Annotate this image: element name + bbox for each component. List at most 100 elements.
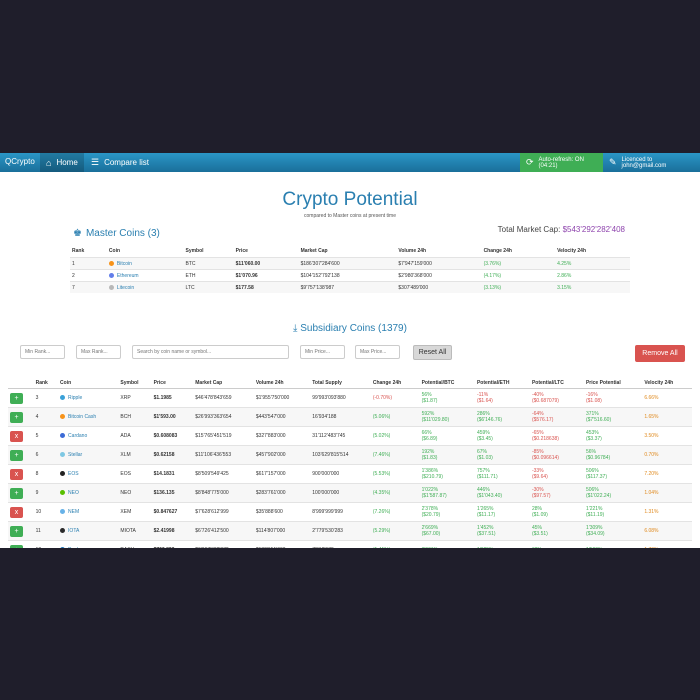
column-header[interactable]: Coin [107,245,184,258]
column-header[interactable]: Velocity 24h [642,377,692,389]
coin-link[interactable]: Cardano [68,433,87,439]
column-header[interactable]: Velocity 24h [555,245,630,258]
licence-label: Licenced to john@gmail.com [621,156,667,169]
coin-cell[interactable]: IOTA [58,521,119,541]
coin-cell[interactable]: Ripple [58,388,119,408]
remove-all-button[interactable]: Remove All [635,345,685,362]
licence-link[interactable]: ✎ Licenced to john@gmail.com [603,153,700,172]
column-header[interactable]: Symbol [184,245,234,258]
remove-button[interactable]: x [10,468,23,480]
add-button[interactable]: + [10,525,23,537]
column-header[interactable]: Price Potential [583,377,643,389]
column-header[interactable]: Symbol [118,377,152,389]
coin-cell[interactable]: NEO [58,483,119,503]
coin-cell[interactable]: Stellar [58,445,119,465]
change-cell: (5.06%) [370,407,420,427]
auto-refresh-button[interactable]: ⟳ Auto-refresh: ON (04:21) [520,153,603,172]
add-button[interactable]: + [10,449,23,461]
table-row[interactable]: x 5 Cardano ADA $0.608083 $15'765'451'519 $327… [8,426,692,446]
max-rank-input[interactable] [76,345,121,359]
column-header[interactable]: Potential/ETH [474,377,530,389]
master-row[interactable]: 7 Litecoin LTC $177.58 $9'757'138'987 $307'48… [70,281,630,293]
column-header[interactable]: Total Supply [310,377,371,389]
brand[interactable]: QCrypto [5,157,35,166]
coin-link[interactable]: Ethereum [117,273,139,279]
coin-link[interactable]: EOS [68,471,79,477]
add-button[interactable]: + [10,392,23,404]
remove-button[interactable]: x [10,430,23,442]
column-header[interactable]: Change 24h [370,377,420,389]
total-cap-value: $543'292'282'408 [562,225,625,234]
column-header[interactable]: Volume 24h [253,377,311,389]
table-row[interactable]: +4 Bitcoin Cash BCH $1'593.00 $26'993'363'65… [8,407,692,427]
coin-cell[interactable]: NEM [58,502,119,522]
column-header[interactable]: Potential/BTC [419,377,475,389]
min-rank-input[interactable] [20,345,65,359]
coin-cell[interactable]: Bitcoin Cash [58,407,119,427]
reset-all-button[interactable]: Reset All [413,345,452,360]
velocity-cell: 1.70% [642,540,692,548]
table-row[interactable]: +12 Dash DASH$769.829$6'007'322'872$182'65… [8,540,692,548]
potential-btc-cell-value: ($210.79) [421,474,443,480]
coin-link[interactable]: Ripple [68,395,82,401]
column-header[interactable]: Volume 24h [396,245,481,258]
table-row[interactable]: +3 Ripple XRP $1.1985 $46'478'843'659 $1'955'… [8,388,692,408]
search-input[interactable] [132,345,289,359]
coin-link[interactable]: Bitcoin Cash [68,414,96,420]
column-header[interactable]: Price [234,245,299,258]
symbol-cell: BTC [183,257,234,270]
coin-link[interactable]: Litecoin [117,285,134,291]
column-header[interactable]: Potential/LTC [529,377,584,389]
volume-cell: $7'947'159'000 [396,257,482,270]
coin-link[interactable]: Stellar [68,452,82,458]
column-header[interactable]: Rank [33,377,59,389]
column-header[interactable]: Price [151,377,194,389]
velocity-cell: 1.31% [642,502,692,522]
table-row[interactable]: x 10 NEM XEM $0.847627 $7'628'612'999 $35'888'… [8,502,692,522]
coin-icon [60,528,66,534]
coin-link[interactable]: Bitcoin [117,261,132,267]
potential-eth-cell-value: ($1'043.40) [476,493,503,499]
table-row[interactable]: +6 Stellar XLM $0.62158 $11'106'436'553 $457'… [8,445,692,465]
market-cap-cell: $6'726'412'500 [193,521,254,541]
coin-cell[interactable]: Cardano [58,426,119,446]
volume-cell: $2'980'368'000 [396,269,482,282]
coin-cell[interactable]: Litecoin [106,281,184,293]
min-price-input[interactable] [300,345,345,359]
potential-eth-cell: 1'265% ($11.17) [474,502,530,522]
coin-cell[interactable]: Dash [58,540,119,548]
master-row[interactable]: 1 Bitcoin BTC $11'060.00 $186'307'284'600 $7'… [70,257,630,270]
potential-ltc-cell-value: ($3.51) [531,531,548,537]
coin-link[interactable]: Dash [68,547,80,548]
remove-button[interactable]: x [10,506,23,518]
table-row[interactable]: x 8 EOS EOS $14.1831 $8'509'549'425 $617'157'0… [8,464,692,484]
max-price-input[interactable] [355,345,400,359]
potential-ltc-cell-value: ($576.17) [531,417,554,423]
table-row[interactable]: +9 NEO NEO $136.135 $8'848'775'000 $283'761'0… [8,483,692,503]
add-button[interactable]: + [10,487,23,499]
column-header[interactable]: Rank [70,245,107,258]
velocity-cell: 2.86% [555,269,630,282]
potential-eth-cell: 286% ($6'146.76) [474,407,530,427]
coin-cell[interactable]: Bitcoin [106,257,184,270]
column-header[interactable]: Change 24h [482,245,556,258]
price-potential-cell-percent: 1'500% [586,547,640,548]
table-row[interactable]: +11 IOTA MIOTA $2.41998 $6'726'412'500 $114'8… [8,521,692,541]
coin-cell[interactable]: Ethereum [106,269,184,282]
coin-link[interactable]: NEO [68,490,79,496]
price-cell: $1.1985 [151,388,194,408]
add-button[interactable]: + [10,411,23,423]
column-header[interactable]: Market Cap [193,377,254,389]
potential-ltc-cell-value: ($0.096614) [531,455,559,461]
add-button[interactable]: + [10,544,23,548]
coin-cell[interactable]: EOS [58,464,119,484]
column-header[interactable]: Coin [58,377,119,389]
coin-link[interactable]: IOTA [68,528,79,534]
master-row[interactable]: 2 Ethereum ETH $1'070.96 $104'152'792'138 $2'… [70,269,630,282]
action-cell: x [8,426,34,446]
supply-cell: 99'993'093'880 [310,388,371,408]
nav-home[interactable]: ⌂ Home [40,153,84,172]
nav-compare-list[interactable]: ☰ Compare list [85,153,155,172]
coin-link[interactable]: NEM [68,509,79,515]
column-header[interactable]: Market Cap [299,245,397,258]
